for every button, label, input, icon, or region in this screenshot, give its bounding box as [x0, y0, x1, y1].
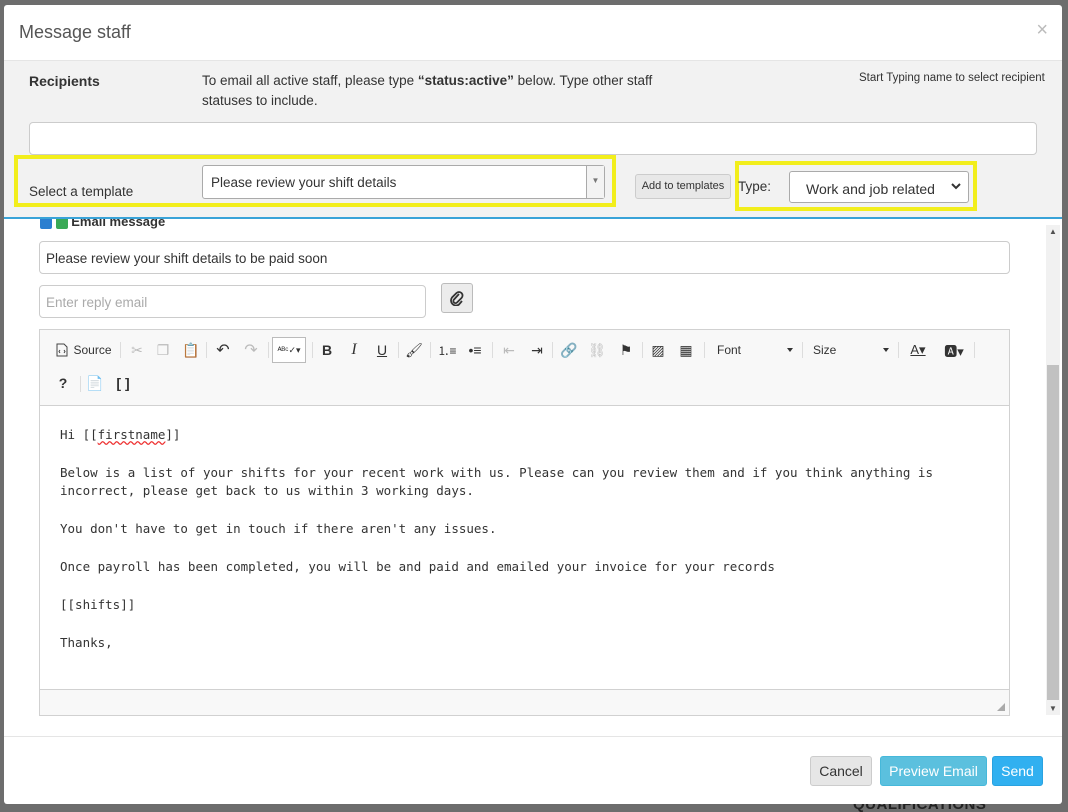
modal-header: Message staff × [4, 5, 1062, 61]
bullet-list-icon[interactable]: •≡ [464, 339, 486, 361]
reply-email-field[interactable]: Enter reply email [39, 285, 426, 318]
copy-icon[interactable]: ❐ [152, 339, 174, 361]
toolbar-separator [898, 342, 899, 358]
paste-icon[interactable]: 📋 [180, 339, 202, 361]
subject-field[interactable]: Please review your shift details to be p… [39, 241, 1010, 274]
scroll-up-icon[interactable]: ▲ [1049, 227, 1057, 236]
bold-icon[interactable]: B [316, 339, 338, 361]
attach-button[interactable] [441, 283, 473, 313]
image-icon[interactable]: ▨ [647, 339, 669, 361]
type-selected-value: Work and job related [806, 181, 935, 197]
rich-text-editor: Source ✂ ❐ 📋 ↶ ↷ ᴬᴮᶜ✓▾ B I U 🖌 ⒈≡ •≡ ⇤ ⇥… [39, 329, 1010, 716]
toolbar-separator [642, 342, 643, 358]
toolbar-separator [552, 342, 553, 358]
recipients-hint: Start Typing name to select recipient [859, 72, 1045, 84]
recipients-help-text: To email all active staff, please type “… [202, 71, 672, 111]
italic-icon[interactable]: I [343, 339, 365, 361]
text-color-icon[interactable]: A▾ [904, 339, 932, 361]
recipients-input[interactable] [29, 122, 1037, 155]
unlink-icon[interactable]: ⛓ [586, 339, 608, 361]
paste-text-icon[interactable]: 📄 [84, 372, 106, 394]
reply-email-placeholder: Enter reply email [46, 295, 148, 310]
placeholder-icon[interactable]: [ ] [112, 372, 134, 394]
chevron-down-icon [883, 348, 889, 352]
scroll-thumb[interactable] [1047, 365, 1059, 700]
indent-icon[interactable]: ⇥ [526, 339, 548, 361]
type-select[interactable]: Work and job related [789, 171, 969, 203]
greeting-prefix: Hi [[ [60, 427, 98, 442]
spellcheck-icon[interactable]: ᴬᴮᶜ✓▾ [272, 337, 306, 363]
help-text-status: “status:active” [417, 73, 514, 88]
toolbar-separator [268, 342, 269, 358]
preview-email-button[interactable]: Preview Email [880, 756, 987, 786]
modal-body: Recipients To email all active staff, pl… [4, 61, 1062, 736]
close-icon[interactable]: × [1036, 19, 1048, 42]
toolbar-separator [206, 342, 207, 358]
paperclip-icon [450, 291, 464, 306]
toolbar-separator [312, 342, 313, 358]
add-to-templates-button[interactable]: Add to templates [635, 174, 731, 199]
firstname-token: firstname [97, 427, 166, 442]
toolbar-separator [398, 342, 399, 358]
font-label: Font [717, 343, 742, 357]
table-icon[interactable]: ▦ [675, 339, 697, 361]
shifts-token: [[shifts]] [60, 597, 136, 612]
toolbar-separator [120, 342, 121, 358]
type-label: Type: [738, 179, 772, 194]
recipients-panel: Recipients To email all active staff, pl… [4, 61, 1062, 219]
source-button[interactable]: Source [54, 339, 114, 361]
chevron-down-icon [951, 183, 961, 190]
toolbar-separator [430, 342, 431, 358]
editor-content[interactable]: Hi [[firstname]] Below is a list of your… [40, 406, 1009, 692]
toolbar-separator [974, 342, 975, 358]
format-painter-icon[interactable]: 🖌 [403, 339, 425, 361]
modal-title: Message staff [19, 22, 131, 42]
recipients-label: Recipients [29, 73, 100, 89]
body-paragraph: Below is a list of your shifts for your … [60, 465, 933, 498]
source-label: Source [73, 343, 112, 357]
scrollbar[interactable]: ▲ ▼ [1046, 225, 1060, 715]
help-icon[interactable]: ? [52, 372, 74, 394]
greeting-suffix: ]] [165, 427, 181, 442]
editor-toolbar: Source ✂ ❐ 📋 ↶ ↷ ᴬᴮᶜ✓▾ B I U 🖌 ⒈≡ •≡ ⇤ ⇥… [40, 330, 1009, 406]
editor-footer [40, 689, 1009, 715]
toolbar-separator [704, 342, 705, 358]
help-text-prefix: To email all active staff, please type [202, 73, 418, 88]
send-button[interactable]: Send [992, 756, 1043, 786]
size-combo[interactable]: Size [813, 340, 889, 362]
link-icon[interactable]: 🔗 [558, 339, 580, 361]
template-select[interactable]: Please review your shift details ▼ [202, 165, 605, 199]
template-selected-value: Please review your shift details [211, 175, 397, 190]
cancel-button[interactable]: Cancel [810, 756, 872, 786]
source-icon [56, 343, 68, 357]
font-combo[interactable]: Font [717, 340, 793, 362]
resize-handle-icon[interactable] [997, 703, 1005, 711]
body-paragraph: You don't have to get in touch if there … [60, 521, 497, 536]
numbered-list-icon[interactable]: ⒈≡ [436, 339, 458, 361]
chevron-down-icon [787, 348, 793, 352]
redo-icon[interactable]: ↷ [240, 339, 262, 361]
toolbar-separator [80, 376, 81, 392]
template-label: Select a template [29, 184, 134, 199]
toolbar-separator [492, 342, 493, 358]
flag-icon[interactable]: ⚑ [615, 339, 637, 361]
body-paragraph: Once payroll has been completed, you wil… [60, 559, 775, 574]
greeting-line: Hi [[firstname]] [60, 426, 989, 444]
message-staff-modal: Message staff × Recipients To email all … [4, 5, 1062, 804]
underline-icon[interactable]: U [371, 339, 393, 361]
modal-footer: Cancel Preview Email Send [4, 736, 1062, 804]
undo-icon[interactable]: ↶ [212, 339, 234, 361]
signoff: Thanks, [60, 635, 113, 650]
scroll-down-icon[interactable]: ▼ [1049, 704, 1057, 713]
dropdown-arrow-icon: ▼ [586, 166, 604, 198]
subject-value: Please review your shift details to be p… [46, 251, 328, 266]
background-color-icon[interactable]: 🅰▾ [940, 339, 968, 361]
toolbar-separator [802, 342, 803, 358]
outdent-icon[interactable]: ⇤ [498, 339, 520, 361]
cut-icon[interactable]: ✂ [126, 339, 148, 361]
size-label: Size [813, 343, 837, 357]
